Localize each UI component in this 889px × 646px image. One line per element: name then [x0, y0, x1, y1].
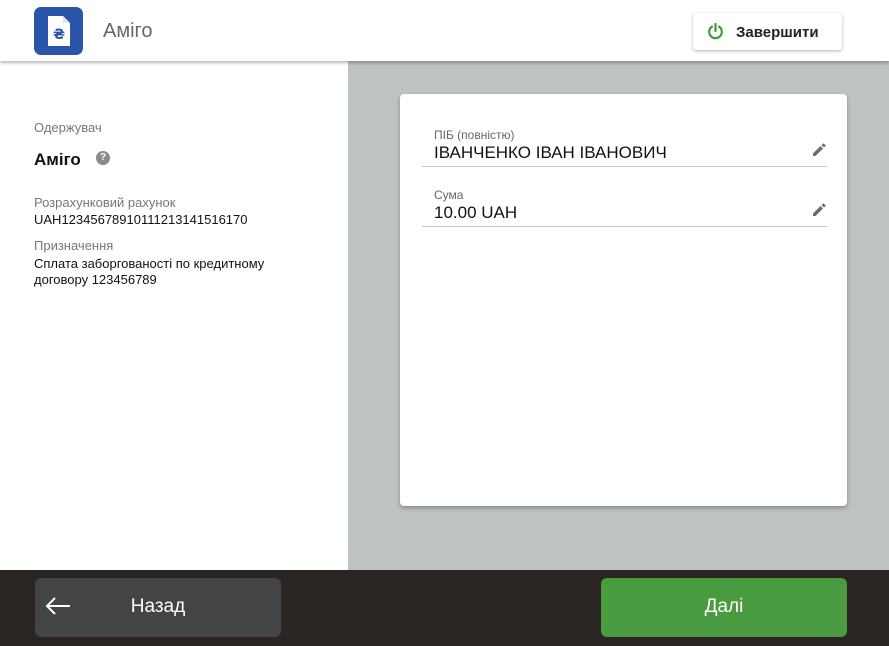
svg-text:₴: ₴ [53, 27, 65, 43]
full-name-value: ІВАНЧЕНКО ІВАН ІВАНОВИЧ [434, 143, 667, 162]
pencil-icon[interactable] [811, 202, 827, 218]
payment-form-card: ПІБ (повністю) ІВАНЧЕНКО ІВАН ІВАНОВИЧ С… [400, 94, 847, 506]
amount-field[interactable]: Сума 10.00 UAH [422, 188, 827, 227]
recipient-section-label: Одержувач [34, 120, 102, 135]
power-icon [708, 23, 723, 40]
full-name-label: ПІБ (повністю) [434, 128, 515, 142]
question-icon[interactable]: ? [96, 151, 110, 165]
finish-button-label: Завершити [736, 24, 819, 41]
recipient-name: Аміго [34, 150, 81, 169]
document-hryvnia-icon: ₴ [34, 7, 83, 55]
back-button-label: Назад [130, 596, 186, 617]
next-button[interactable]: Далі [601, 578, 847, 637]
amount-value: 10.00 UAH [434, 203, 518, 222]
app-title: Аміго [103, 20, 153, 42]
app-header: ₴ Аміго Завершити [0, 0, 889, 61]
footer-bar: Назад Далі [0, 570, 889, 646]
recipient-info-panel: Одержувач Аміго ? Розрахунковий рахунок … [0, 61, 348, 570]
account-value: UAH1234567891011121314151617​0 [34, 212, 248, 227]
account-label: Розрахунковий рахунок [34, 195, 176, 210]
full-name-field[interactable]: ПІБ (повністю) ІВАНЧЕНКО ІВАН ІВАНОВИЧ [422, 128, 827, 167]
purpose-value-line1: Сплата заборгованості по кредитному [34, 256, 265, 271]
back-button[interactable]: Назад [35, 578, 281, 637]
purpose-value-line2: договору 123456789 [34, 272, 157, 287]
pencil-icon[interactable] [811, 142, 827, 158]
purpose-label: Призначення [34, 238, 114, 253]
next-button-label: Далі [704, 596, 744, 617]
finish-button[interactable]: Завершити [693, 13, 842, 50]
amount-label: Сума [434, 188, 464, 202]
